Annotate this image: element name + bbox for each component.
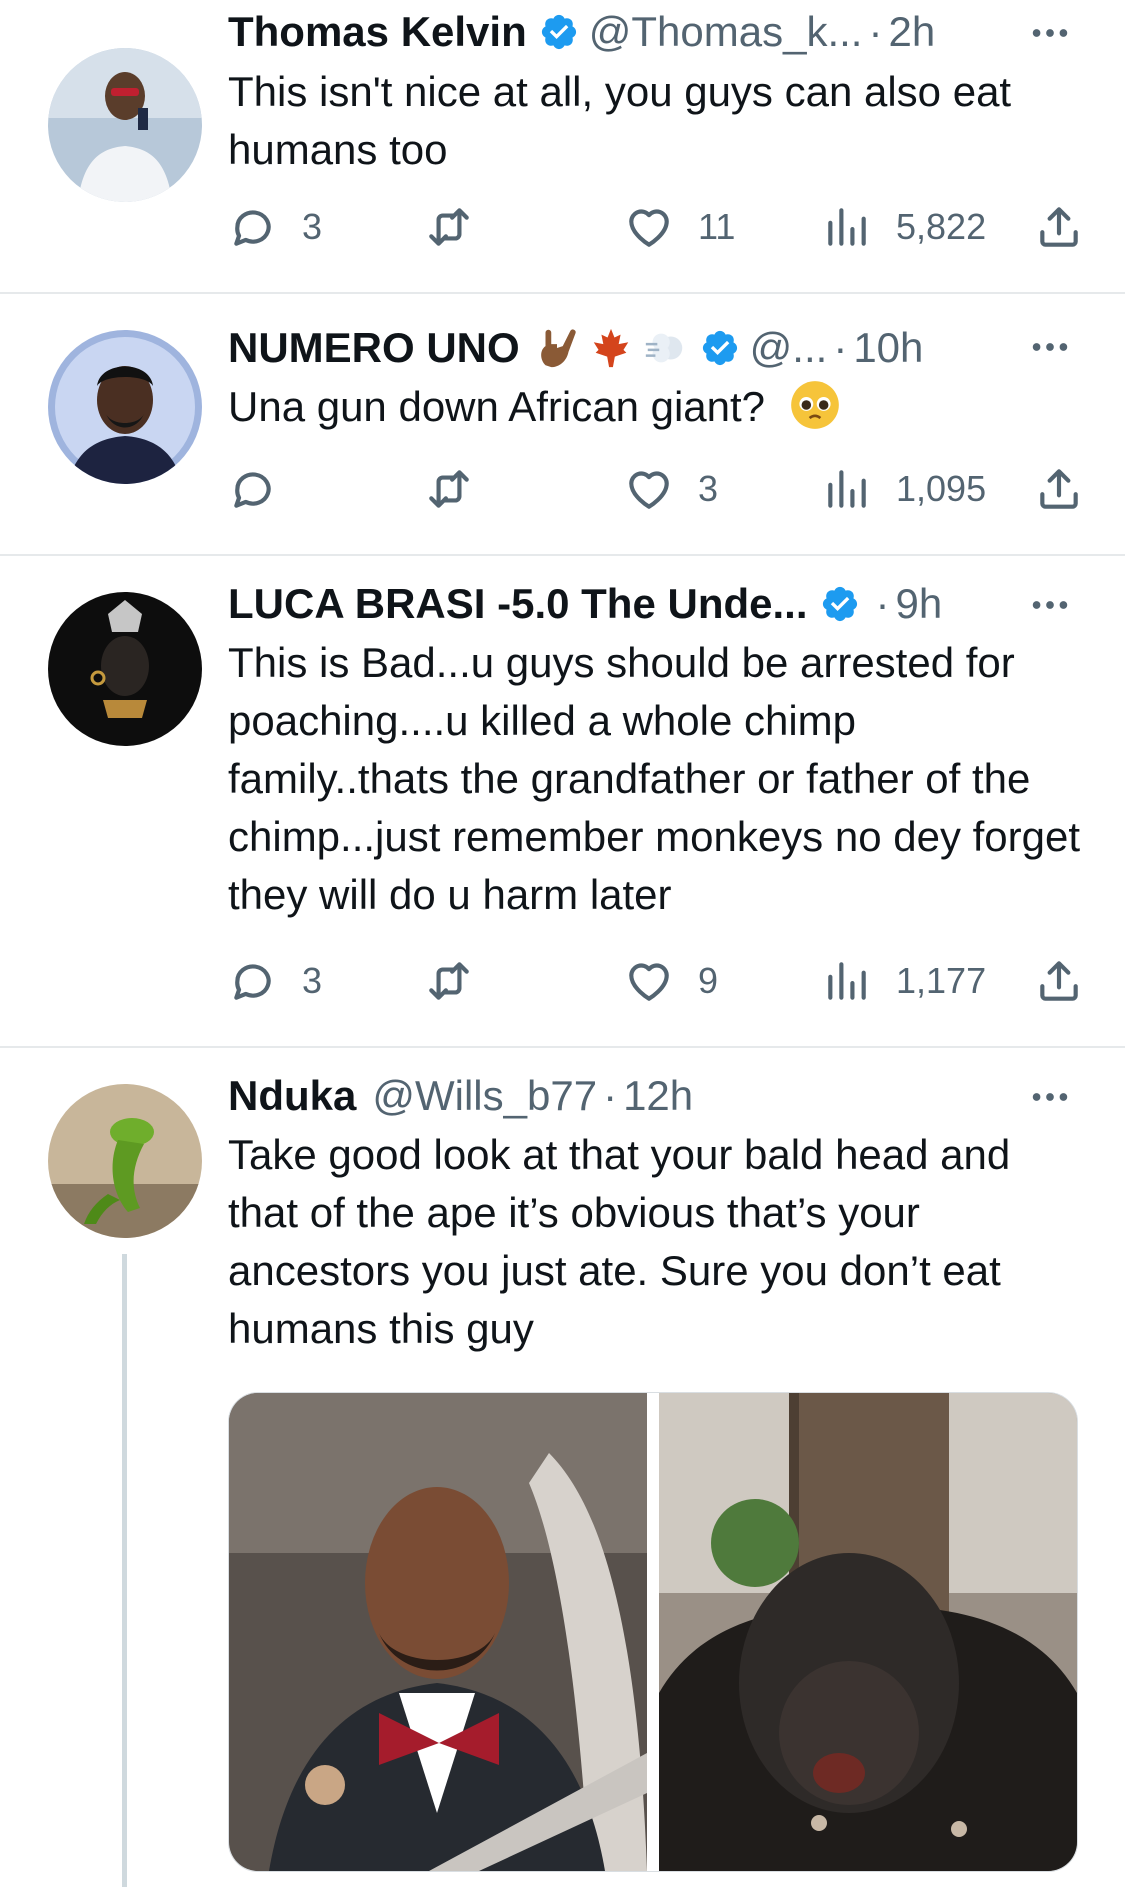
photo-of-man-in-car[interactable] (229, 1393, 647, 1871)
display-name[interactable]: Thomas Kelvin (228, 8, 527, 56)
share-button[interactable] (1034, 202, 1084, 252)
tweet-luca-brasi[interactable]: LUCA BRASI -5.0 The Unde... · 9h This is… (0, 556, 1125, 1046)
pleading-face-emoji (790, 381, 839, 429)
tweet-header: Thomas Kelvin @Thomas_k... · 2h (228, 4, 935, 60)
maple-leaf-emoji (593, 328, 628, 368)
display-name[interactable]: LUCA BRASI -5.0 The Unde... (228, 580, 808, 628)
avatar[interactable] (48, 1084, 202, 1238)
views-bar-chart-icon (822, 202, 872, 252)
reply-button[interactable]: 3 (228, 202, 322, 252)
tweet-numero-uno[interactable]: NUMERO UNO @... · 10h Una gun down Afric… (0, 294, 1125, 554)
retweet-button[interactable] (424, 464, 474, 514)
tweet-text: Take good look at that your bald head an… (228, 1131, 1011, 1352)
timestamp[interactable]: 9h (896, 580, 943, 628)
retweet-icon (424, 464, 474, 514)
tweet-actions: 3 1,095 (228, 464, 1098, 514)
heart-icon (624, 202, 674, 252)
heart-icon (624, 956, 674, 1006)
share-button[interactable] (1034, 956, 1084, 1006)
tweet-header: LUCA BRASI -5.0 The Unde... · 9h (228, 576, 942, 632)
separator-dot: · (603, 1072, 618, 1119)
views-bar-chart-icon (822, 464, 872, 514)
separator-dot: · (833, 324, 848, 371)
tweet-header: NUMERO UNO @... · 10h (228, 320, 923, 376)
user-handle[interactable]: @... (750, 324, 828, 372)
more-dots-icon[interactable] (1027, 1074, 1073, 1120)
retweet-button[interactable] (424, 202, 474, 252)
view-count: 1,095 (896, 468, 987, 509)
tweet-text: Una gun down African giant? (228, 378, 1088, 436)
display-name[interactable]: NUMERO UNO (228, 324, 520, 372)
views-button[interactable]: 5,822 (822, 202, 986, 252)
user-handle[interactable]: @Thomas_k... (589, 8, 863, 56)
views-button[interactable]: 1,177 (822, 956, 986, 1006)
like-count: 11 (698, 206, 736, 247)
like-button[interactable]: 11 (624, 202, 735, 252)
verified-badge-icon (539, 12, 579, 52)
reply-count: 3 (302, 206, 323, 247)
more-dots-icon[interactable] (1027, 324, 1073, 370)
separator-dot: · (875, 580, 890, 627)
more-dots-icon[interactable] (1027, 582, 1073, 628)
share-icon (1034, 202, 1084, 252)
retweet-button[interactable] (424, 956, 474, 1006)
verified-badge-icon (820, 584, 860, 624)
dash-emoji (645, 333, 682, 363)
avatar[interactable] (48, 330, 202, 484)
tweet-media[interactable] (228, 1392, 1078, 1872)
view-count: 5,822 (896, 206, 987, 247)
reply-icon (228, 464, 278, 514)
like-button[interactable]: 3 (624, 464, 718, 514)
tweet-text-content: Una gun down African giant? (228, 383, 766, 430)
avatar[interactable] (48, 592, 202, 746)
share-icon (1034, 464, 1084, 514)
tweet-nduka[interactable]: Nduka @Wills_b77 · 12h Take good look at… (0, 1048, 1125, 1887)
view-count: 1,177 (896, 960, 987, 1001)
more-dots-icon[interactable] (1027, 10, 1073, 56)
heart-icon (624, 464, 674, 514)
retweet-icon (424, 956, 474, 1006)
retweet-icon (424, 202, 474, 252)
tweet-header: Nduka @Wills_b77 · 12h (228, 1068, 693, 1124)
tweet-actions: 3 9 1,177 (228, 956, 1098, 1006)
timestamp[interactable]: 10h (853, 324, 923, 372)
views-button[interactable]: 1,095 (822, 464, 986, 514)
user-handle[interactable]: @Wills_b77 (372, 1072, 597, 1120)
separator-dot: · (868, 8, 883, 55)
love-you-gesture-emoji (540, 329, 576, 368)
tweet-thomas-kelvin[interactable]: Thomas Kelvin @Thomas_k... · 2h This isn… (0, 0, 1125, 292)
reply-count: 3 (302, 960, 323, 1001)
like-button[interactable]: 9 (624, 956, 718, 1006)
reply-button[interactable]: 3 (228, 956, 322, 1006)
reply-icon (228, 202, 278, 252)
reply-feed: Thomas Kelvin @Thomas_k... · 2h This isn… (0, 0, 1125, 1887)
verified-badge-icon (700, 328, 740, 368)
display-name[interactable]: Nduka (228, 1072, 356, 1120)
views-bar-chart-icon (822, 956, 872, 1006)
reply-button[interactable] (228, 464, 278, 514)
like-count: 9 (698, 960, 719, 1001)
photo-of-chimpanzee[interactable] (659, 1393, 1077, 1871)
like-count: 3 (698, 468, 719, 509)
media-gap (647, 1393, 659, 1871)
tweet-actions: 3 11 5,822 (228, 202, 1098, 252)
share-icon (1034, 956, 1084, 1006)
timestamp[interactable]: 2h (888, 8, 935, 56)
thread-connector-line (122, 1254, 127, 1887)
share-button[interactable] (1034, 464, 1084, 514)
timestamp[interactable]: 12h (623, 1072, 693, 1120)
tweet-text: This isn't nice at all, you guys can als… (228, 68, 1012, 173)
reply-icon (228, 956, 278, 1006)
avatar[interactable] (48, 48, 202, 202)
tweet-text: This is Bad...u guys should be arrested … (228, 639, 1081, 918)
